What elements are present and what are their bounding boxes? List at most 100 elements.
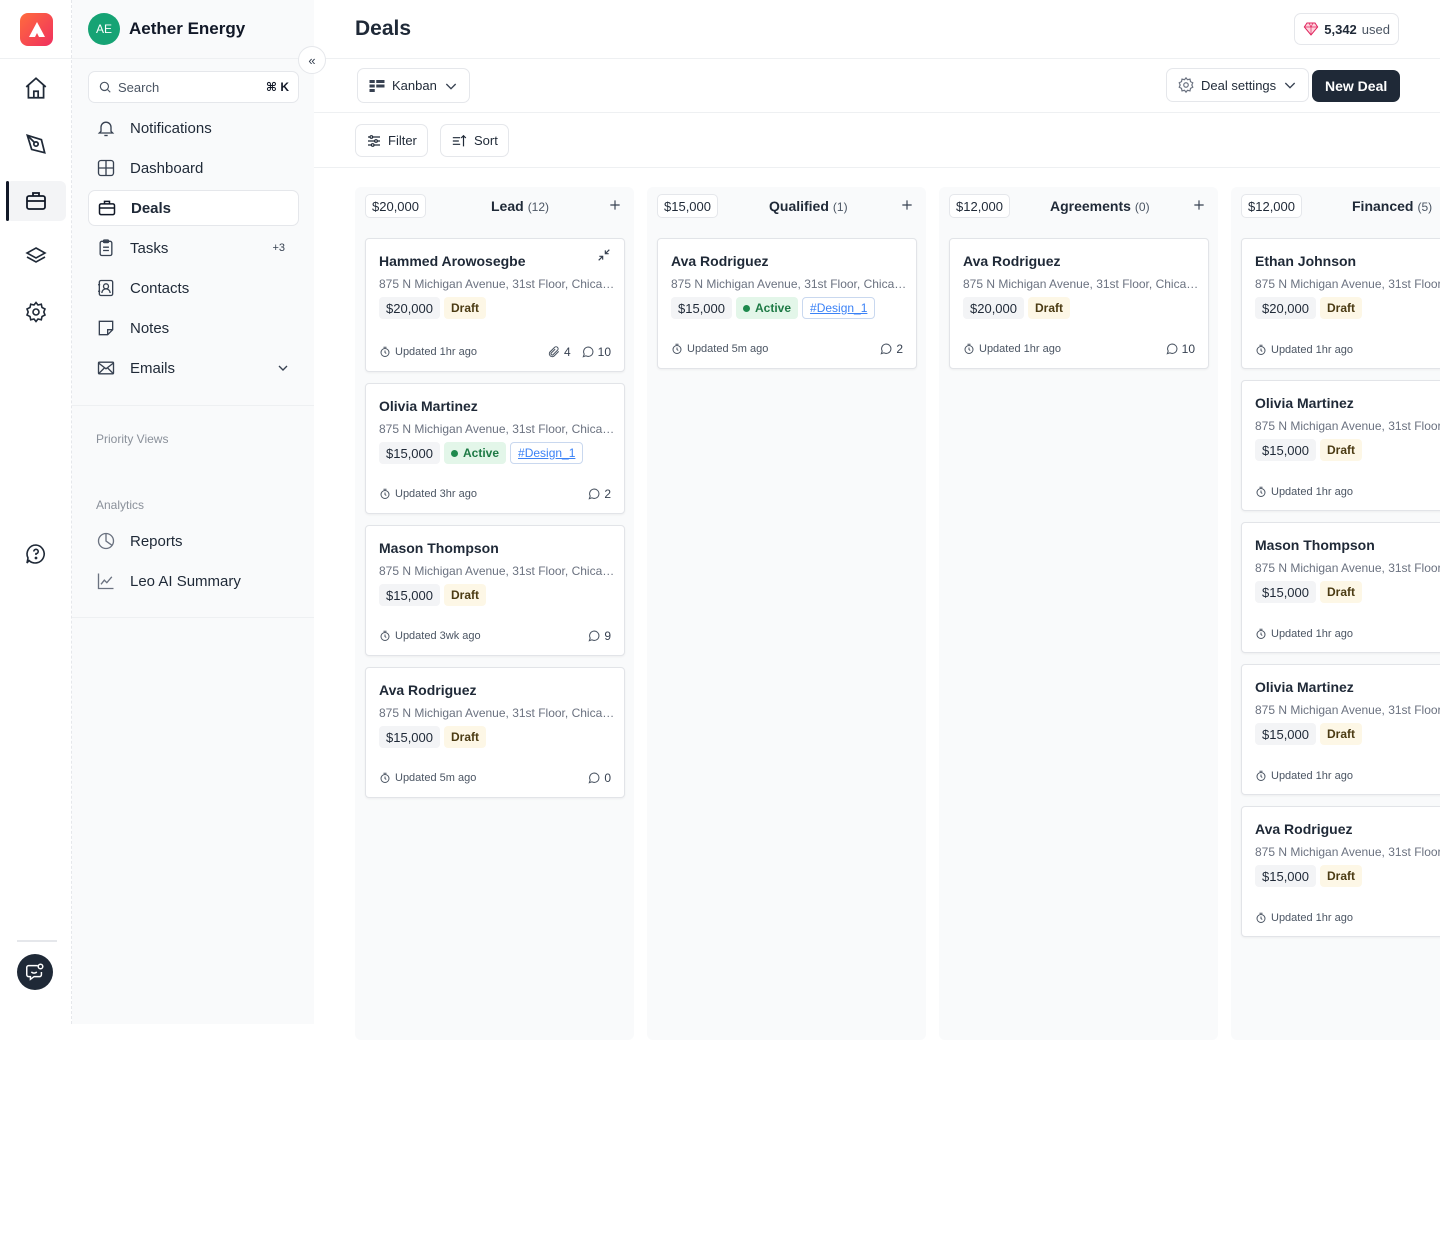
card-meta: 4 10 <box>547 345 611 359</box>
deal-address: 875 N Michigan Avenue, 31st Floor, Chica… <box>1255 277 1440 291</box>
briefcase-icon <box>98 200 116 216</box>
deal-name: Ethan Johnson <box>1255 253 1357 269</box>
card-meta: 2 <box>879 342 903 356</box>
nav-item-notes[interactable]: Notes <box>88 310 299 346</box>
paperclip-icon <box>548 346 559 358</box>
deal-name: Mason Thompson <box>1255 537 1375 553</box>
nav-item-deals[interactable]: Deals <box>88 190 299 226</box>
status-dot <box>743 304 750 312</box>
comment-icon <box>880 343 892 355</box>
settings-gear-icon[interactable] <box>0 292 72 332</box>
kanban-column-agreements: $12,000 Agreements (0) Ava Rodriguez 875 … <box>939 187 1218 1040</box>
gear-icon <box>1178 76 1194 94</box>
deal-address: 875 N Michigan Avenue, 31st Floor, Chica… <box>1255 419 1440 433</box>
add-card-icon[interactable] <box>1190 196 1208 214</box>
icon-rail <box>0 0 72 1024</box>
divider <box>314 112 1440 113</box>
deal-tag-link[interactable]: #Design_1 <box>802 297 876 319</box>
usage-badge[interactable]: 5,342 used <box>1294 13 1399 45</box>
chevron-down-icon[interactable] <box>275 360 291 376</box>
pen-tool-icon[interactable] <box>0 124 72 164</box>
bell-icon <box>97 121 115 137</box>
column-header: $20,000 Lead (12) <box>355 187 634 225</box>
deal-address: 875 N Michigan Avenue, 31st Floor, Chica… <box>1255 561 1440 575</box>
nav-item-notifications[interactable]: Notifications <box>88 110 299 146</box>
sort-button[interactable]: Sort <box>440 124 509 157</box>
view-switcher-button[interactable]: Kanban <box>357 68 470 103</box>
add-card-icon[interactable] <box>606 196 624 214</box>
comment-icon <box>1166 343 1178 355</box>
card-footer: Updated 5m ago 2 <box>671 342 903 356</box>
deal-settings-button[interactable]: Deal settings <box>1166 68 1310 102</box>
nav-label: Deals <box>131 199 172 217</box>
help-chat-icon[interactable] <box>0 534 72 574</box>
card-footer: Updated 1hr ago <box>1255 486 1440 498</box>
deal-card[interactable]: Ava Rodriguez 875 N Michigan Avenue, 31s… <box>657 238 917 369</box>
divider <box>314 167 1440 168</box>
minimize-icon[interactable] <box>596 247 612 263</box>
deal-amount: $20,000 <box>963 297 1024 319</box>
deal-card[interactable]: Mason Thompson 875 N Michigan Avenue, 31… <box>365 525 625 656</box>
deal-card[interactable]: Olivia Martinez 875 N Michigan Avenue, 3… <box>365 383 625 514</box>
workspace-avatar: AE <box>88 13 120 45</box>
layers-icon[interactable] <box>0 236 72 276</box>
nav-item-dashboard[interactable]: Dashboard <box>88 150 299 186</box>
clock-icon <box>672 343 682 354</box>
deal-address: 875 N Michigan Avenue, 31st Floor, Chica… <box>379 277 615 291</box>
clock-icon <box>1256 628 1266 639</box>
view-label: Kanban <box>392 78 437 93</box>
main-content: Deals 5,342 used Kanban Deal settings Ne… <box>314 0 1440 1236</box>
deal-card[interactable]: Ava Rodriguez 875 N Michigan Avenue, 31s… <box>365 667 625 798</box>
deal-card[interactable]: Mason Thompson 875 N Michigan Avenue, 31… <box>1241 522 1440 653</box>
deal-tags: $15,000 Draft <box>1255 723 1363 745</box>
card-meta: 0 <box>587 771 611 785</box>
chevron-down-icon <box>1285 82 1296 89</box>
workspace-switcher[interactable]: AE Aether Energy <box>88 13 245 45</box>
updated-time: Updated 5m ago <box>687 343 769 355</box>
clock-icon <box>1256 486 1266 497</box>
deal-name: Olivia Martinez <box>1255 395 1354 411</box>
divider <box>314 58 1440 59</box>
nav-item-emails[interactable]: Emails <box>88 350 299 386</box>
deal-card[interactable]: Olivia Martinez 875 N Michigan Avenue, 3… <box>1241 380 1440 511</box>
deal-tag-link[interactable]: #Design_1 <box>510 442 584 464</box>
collapse-sidebar-icon[interactable]: « <box>298 46 326 74</box>
divider <box>72 617 314 618</box>
briefcase-icon[interactable] <box>6 181 66 221</box>
deal-address: 875 N Michigan Avenue, 31st Floor, Chica… <box>379 422 615 436</box>
contact-book-icon <box>98 279 114 297</box>
deal-card[interactable]: Ethan Johnson 875 N Michigan Avenue, 31s… <box>1241 238 1440 369</box>
search-input[interactable] <box>118 79 248 95</box>
sort-label: Sort <box>474 133 498 148</box>
nav-item-tasks[interactable]: Tasks +3 <box>88 230 299 266</box>
search-box[interactable]: ⌘ K <box>88 71 299 103</box>
deal-card[interactable]: Ava Rodriguez 875 N Michigan Avenue, 31s… <box>949 238 1209 369</box>
clock-icon <box>964 343 974 354</box>
nav-item-leo-ai-summary[interactable]: Leo AI Summary <box>88 563 299 599</box>
deal-card[interactable]: Olivia Martinez 875 N Michigan Avenue, 3… <box>1241 664 1440 795</box>
deal-name: Olivia Martinez <box>1255 679 1354 695</box>
home-icon[interactable] <box>0 68 72 108</box>
card-footer: Updated 1hr ago <box>1255 770 1440 782</box>
nav-item-contacts[interactable]: Contacts <box>88 270 299 306</box>
column-title: Lead (12) <box>491 198 549 214</box>
deal-tags: $15,000 Active #Design_1 <box>671 297 876 319</box>
column-count: (1) <box>832 200 848 214</box>
column-total: $20,000 <box>365 194 426 218</box>
section-label-analytics: Analytics <box>96 498 145 512</box>
support-chat-icon[interactable] <box>17 954 53 990</box>
filter-sliders-icon <box>368 134 380 147</box>
app-logo-icon[interactable] <box>20 13 53 46</box>
filter-label: Filter <box>388 133 417 148</box>
filter-button[interactable]: Filter <box>355 124 428 157</box>
deal-card[interactable]: Ava Rodriguez 875 N Michigan Avenue, 31s… <box>1241 806 1440 937</box>
updated-time: Updated 1hr ago <box>1271 628 1353 640</box>
deal-tags: $15,000 Draft <box>1255 865 1363 887</box>
nav-item-reports[interactable]: Reports <box>88 523 299 559</box>
clipboard-icon <box>99 239 113 257</box>
new-deal-button[interactable]: New Deal <box>1312 70 1401 102</box>
deal-name: Ava Rodriguez <box>671 253 769 269</box>
add-card-icon[interactable] <box>898 196 916 214</box>
deal-card[interactable]: Hammed Arowosegbe 875 N Michigan Avenue,… <box>365 238 625 372</box>
grid-icon <box>97 159 115 177</box>
